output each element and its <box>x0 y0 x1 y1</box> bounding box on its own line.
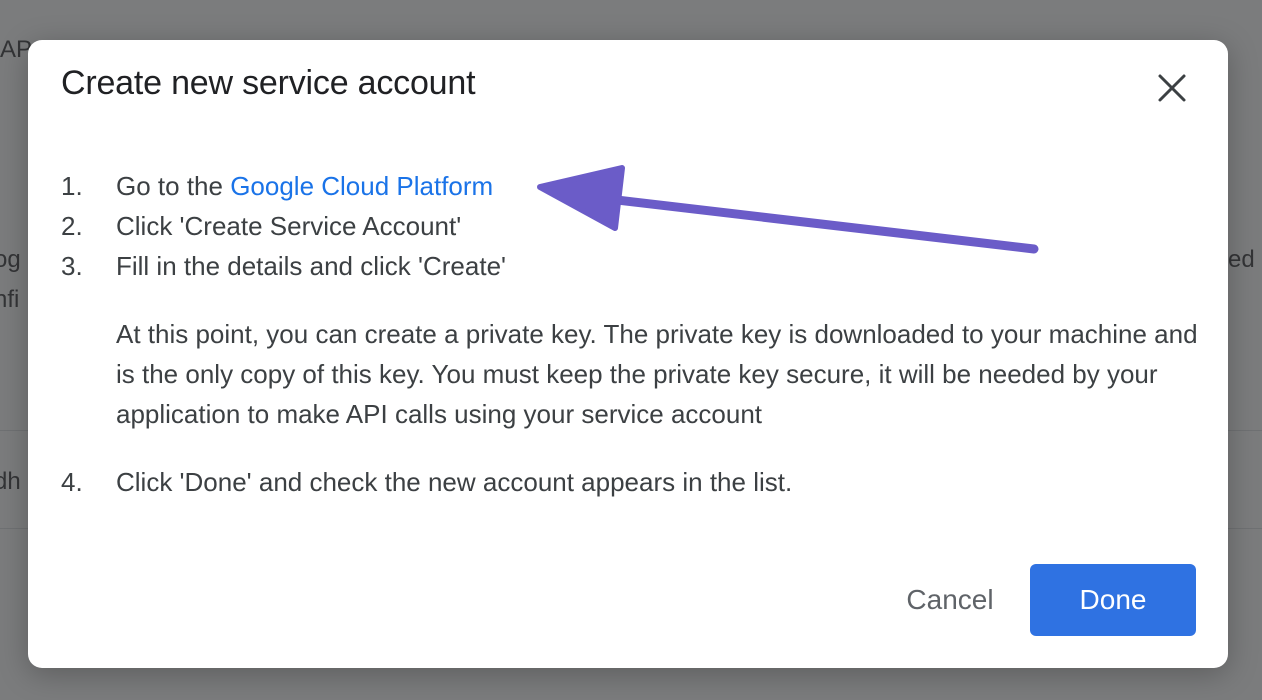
create-service-account-dialog: Create new service account 1. Go to the … <box>28 40 1228 668</box>
step-number: 3. <box>61 251 83 281</box>
google-cloud-platform-link[interactable]: Google Cloud Platform <box>230 171 493 201</box>
step-text-prefix: Go to the <box>116 171 231 201</box>
step-text: Click 'Create Service Account' <box>116 211 462 241</box>
step-number: 1. <box>61 171 83 201</box>
close-icon <box>1158 74 1186 102</box>
step-number: 2. <box>61 211 83 241</box>
step-text: Fill in the details and click 'Create' <box>116 251 506 281</box>
private-key-note: At this point, you can create a private … <box>116 319 1198 429</box>
step-text: Click 'Done' and check the new account a… <box>116 467 793 497</box>
dialog-title: Create new service account <box>61 64 476 102</box>
step-number: 4. <box>61 467 83 497</box>
done-button[interactable]: Done <box>1030 564 1196 636</box>
close-button[interactable] <box>1151 67 1193 109</box>
cancel-button[interactable]: Cancel <box>890 564 1010 636</box>
step-text: Go to the Google Cloud Platform <box>116 171 493 202</box>
